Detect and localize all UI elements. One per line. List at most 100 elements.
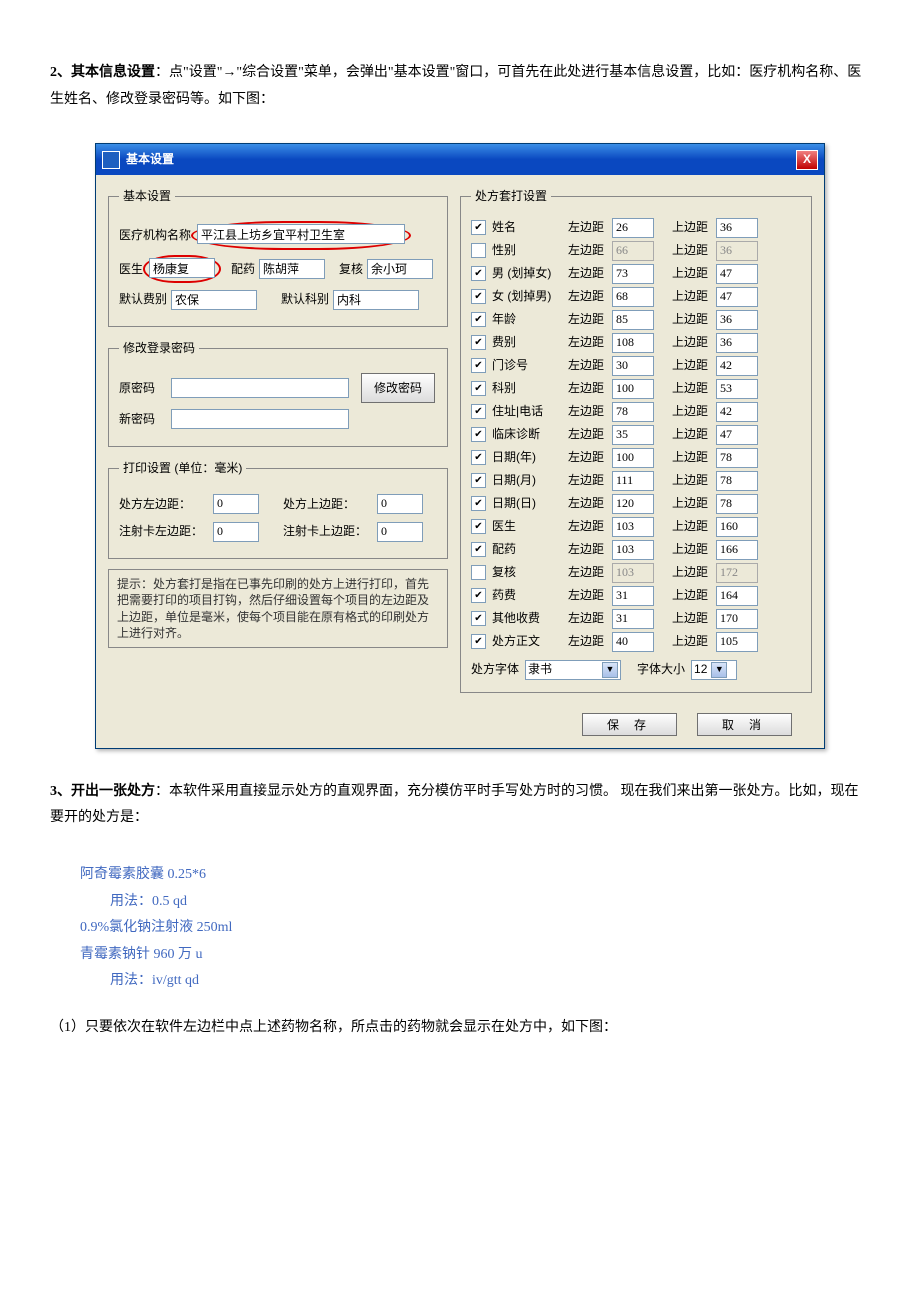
checkbox[interactable]: ✔ — [471, 450, 486, 465]
top-margin-input[interactable] — [716, 632, 758, 652]
overlay-row: ✔ 女 (划掉男) 左边距 上边距 — [471, 286, 801, 308]
font-select[interactable]: 隶书 ▼ — [525, 660, 621, 680]
checkbox[interactable]: ✔ — [471, 335, 486, 350]
top-margin-input[interactable] — [716, 471, 758, 491]
top-margin-label: 上边距 — [672, 584, 710, 607]
org-label: 医疗机构名称 — [119, 224, 191, 247]
print-margins-group: 打印设置 (单位：毫米) 处方左边距： 处方上边距： 注射卡左边距： 注射卡上边… — [108, 457, 448, 559]
cancel-button[interactable]: 取 消 — [697, 713, 792, 736]
left-margin-label: 左边距 — [568, 285, 606, 308]
top-margin-input[interactable] — [716, 333, 758, 353]
top-margin-label: 上边距 — [672, 423, 710, 446]
card-left-input[interactable] — [213, 522, 259, 542]
top-margin-input[interactable] — [716, 586, 758, 606]
checkbox[interactable]: ✔ — [471, 220, 486, 235]
left-margin-input[interactable] — [612, 540, 654, 560]
save-button[interactable]: 保 存 — [582, 713, 677, 736]
top-margin-input[interactable] — [716, 517, 758, 537]
top-margin-input[interactable] — [716, 402, 758, 422]
left-margin-input[interactable] — [612, 425, 654, 445]
default-dept-input[interactable] — [333, 290, 419, 310]
left-margin-input[interactable] — [612, 517, 654, 537]
checkbox[interactable]: ✔ — [471, 289, 486, 304]
titlebar: 基本设置 X — [96, 144, 824, 175]
top-margin-input[interactable] — [716, 310, 758, 330]
left-margin-input[interactable] — [612, 402, 654, 422]
left-margin-input[interactable] — [612, 586, 654, 606]
checkbox[interactable]: ✔ — [471, 473, 486, 488]
checkbox[interactable] — [471, 243, 486, 258]
checkbox[interactable]: ✔ — [471, 542, 486, 557]
left-margin-input[interactable] — [612, 609, 654, 629]
top-margin-input[interactable] — [716, 540, 758, 560]
top-margin-label: 上边距 — [672, 607, 710, 630]
section-3-text: ：本软件采用直接显示处方的直观界面，充分模仿平时手写处方时的习惯。 现在我们来出… — [50, 784, 859, 826]
checkbox[interactable]: ✔ — [471, 381, 486, 396]
rx-top-input[interactable] — [377, 494, 423, 514]
basic-settings-window: 基本设置 X 基本设置 医疗机构名称 医生 配药 复核 — [95, 143, 825, 749]
close-button[interactable]: X — [796, 150, 818, 170]
new-password-input[interactable] — [171, 409, 349, 429]
left-margin-label: 左边距 — [568, 607, 606, 630]
rx-left-label: 处方左边距： — [119, 493, 209, 516]
overlay-field-label: 姓名 — [492, 216, 562, 239]
card-top-input[interactable] — [377, 522, 423, 542]
top-margin-label: 上边距 — [672, 377, 710, 400]
doctor-input[interactable] — [149, 258, 215, 278]
top-margin-input[interactable] — [716, 264, 758, 284]
overlay-field-label: 年龄 — [492, 308, 562, 331]
left-margin-input[interactable] — [612, 310, 654, 330]
top-margin-label: 上边距 — [672, 400, 710, 423]
top-margin-input[interactable] — [716, 379, 758, 399]
font-size-value: 12 — [694, 658, 707, 681]
default-fee-input[interactable] — [171, 290, 257, 310]
top-margin-input[interactable] — [716, 448, 758, 468]
checkbox[interactable]: ✔ — [471, 496, 486, 511]
left-margin-input[interactable] — [612, 448, 654, 468]
top-margin-input[interactable] — [716, 287, 758, 307]
org-input[interactable] — [197, 224, 405, 244]
checkbox[interactable]: ✔ — [471, 266, 486, 281]
checkbox[interactable]: ✔ — [471, 588, 486, 603]
rx-left-input[interactable] — [213, 494, 259, 514]
checkbox[interactable]: ✔ — [471, 312, 486, 327]
checkbox[interactable]: ✔ — [471, 611, 486, 626]
checkbox[interactable]: ✔ — [471, 358, 486, 373]
left-margin-input[interactable] — [612, 356, 654, 376]
checkbox[interactable]: ✔ — [471, 519, 486, 534]
top-margin-input[interactable] — [716, 218, 758, 238]
left-margin-input[interactable] — [612, 264, 654, 284]
font-size-select[interactable]: 12 ▼ — [691, 660, 737, 680]
top-margin-input[interactable] — [716, 356, 758, 376]
left-margin-input — [612, 563, 654, 583]
left-margin-input[interactable] — [612, 471, 654, 491]
top-margin-label: 上边距 — [672, 216, 710, 239]
left-margin-input[interactable] — [612, 494, 654, 514]
overlay-row: ✔药费左边距上边距 — [471, 585, 801, 607]
left-margin-input[interactable] — [612, 287, 654, 307]
checkbox[interactable]: ✔ — [471, 404, 486, 419]
top-margin-input[interactable] — [716, 425, 758, 445]
checkbox[interactable]: ✔ — [471, 427, 486, 442]
print-margins-legend: 打印设置 (单位：毫米) — [119, 457, 246, 480]
overlay-row: ✔处方正文左边距上边距 — [471, 631, 801, 653]
review-input[interactable] — [367, 259, 433, 279]
overlay-row: 性别左边距上边距 — [471, 240, 801, 262]
left-margin-input[interactable] — [612, 379, 654, 399]
change-password-button[interactable]: 修改密码 — [361, 373, 435, 403]
top-margin-input[interactable] — [716, 494, 758, 514]
left-margin-label: 左边距 — [568, 423, 606, 446]
left-margin-input[interactable] — [612, 218, 654, 238]
top-margin-input[interactable] — [716, 609, 758, 629]
left-margin-input[interactable] — [612, 632, 654, 652]
default-dept-label: 默认科别 — [281, 288, 329, 311]
checkbox[interactable]: ✔ — [471, 634, 486, 649]
left-margin-label: 左边距 — [568, 469, 606, 492]
checkbox[interactable] — [471, 565, 486, 580]
old-password-input[interactable] — [171, 378, 349, 398]
dispense-input[interactable] — [259, 259, 325, 279]
left-margin-input[interactable] — [612, 333, 654, 353]
basic-group: 基本设置 医疗机构名称 医生 配药 复核 默认费别 默认科别 — [108, 185, 448, 327]
top-margin-label: 上边距 — [672, 285, 710, 308]
overlay-field-label: 女 (划掉男) — [492, 285, 562, 308]
